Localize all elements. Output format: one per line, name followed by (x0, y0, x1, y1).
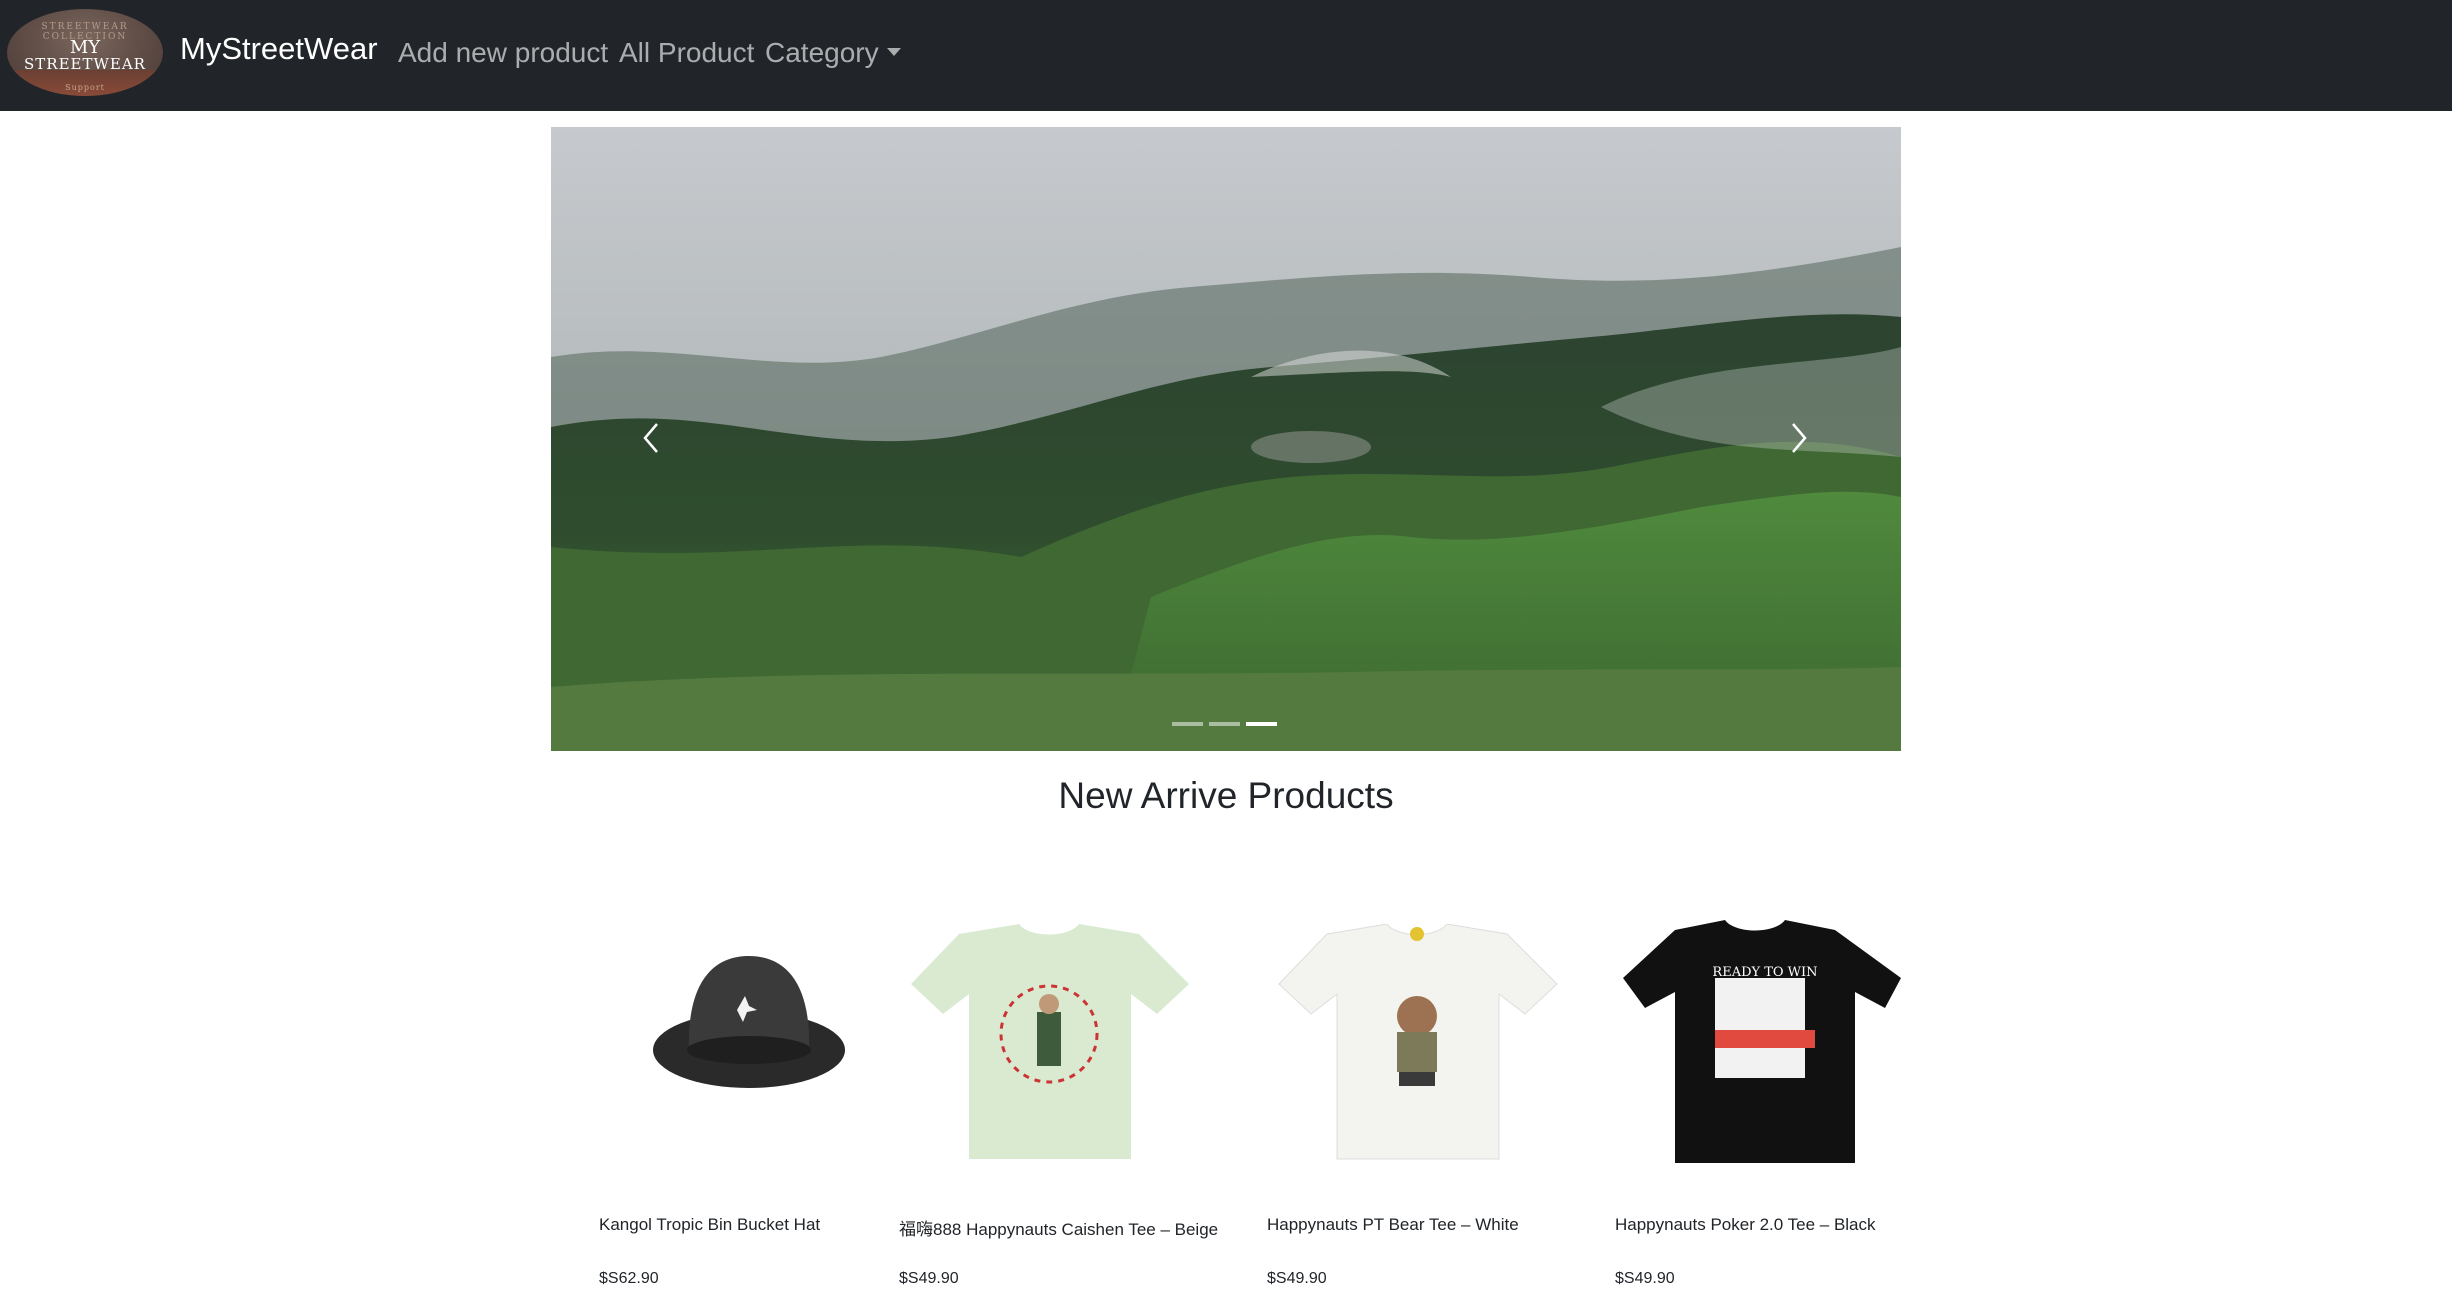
nav-category-label: Category (765, 37, 879, 68)
carousel-indicators (1172, 722, 1277, 726)
brand-logo[interactable]: STREETWEAR COLLECTION MY STREETWEAR Supp… (7, 9, 163, 96)
section-title: New Arrive Products (1058, 775, 1394, 816)
product-card[interactable]: READY TO WIN Happynauts Poker 2.0 Tee – … (1615, 880, 1901, 1312)
product-price: $S49.90 (899, 1270, 959, 1287)
logo-line1: MY (69, 37, 101, 58)
product-price: $S49.90 (1615, 1270, 1675, 1287)
hero-carousel (551, 127, 1901, 751)
logo-line2: STREETWEAR (24, 55, 146, 73)
chevron-down-icon (886, 48, 901, 56)
product-price: $S49.90 (1267, 1270, 1327, 1287)
product-name[interactable]: Kangol Tropic Bin Bucket Hat (599, 1215, 820, 1235)
carousel-slide-image (551, 127, 1901, 751)
product-price: $S62.90 (599, 1270, 659, 1287)
product-image-bucket-hat (653, 956, 845, 1088)
logo-bottom-text: Support (65, 83, 105, 92)
product-name[interactable]: 福嗨888 Happynauts Caishen Tee – Beige (899, 1215, 1218, 1240)
svg-text:READY TO WIN: READY TO WIN (1712, 965, 1817, 980)
product-image-poker-tee: READY TO WIN (1623, 920, 1901, 1163)
product-name[interactable]: Happynauts PT Bear Tee – White (1267, 1215, 1519, 1235)
carousel-prev-icon[interactable] (635, 418, 669, 458)
product-name[interactable]: Happynauts Poker 2.0 Tee – Black (1615, 1215, 1876, 1235)
carousel-indicator[interactable] (1172, 722, 1203, 726)
carousel-indicator-active[interactable] (1246, 722, 1277, 726)
carousel-next-icon[interactable] (1781, 418, 1815, 458)
product-card[interactable]: Happynauts PT Bear Tee – White $S49.90 (1267, 880, 1607, 1312)
nav-add-new-product[interactable]: Add new product (398, 37, 608, 69)
product-list: Kangol Tropic Bin Bucket Hat $S62.90 福嗨8… (551, 880, 1901, 1312)
product-card[interactable]: Kangol Tropic Bin Bucket Hat $S62.90 (551, 880, 891, 1312)
top-navbar: STREETWEAR COLLECTION MY STREETWEAR Supp… (0, 0, 2452, 111)
logo-text: MY STREETWEAR (7, 39, 163, 73)
product-image-caishen-tee (911, 924, 1189, 1159)
brand-link[interactable]: MyStreetWear (180, 31, 378, 67)
nav-all-product[interactable]: All Product (619, 37, 754, 69)
nav-category-dropdown[interactable]: Category (765, 37, 901, 69)
carousel-indicator[interactable] (1209, 722, 1240, 726)
product-card[interactable]: 福嗨888 Happynauts Caishen Tee – Beige $S4… (899, 880, 1249, 1312)
product-image-bear-tee (1278, 924, 1558, 1160)
